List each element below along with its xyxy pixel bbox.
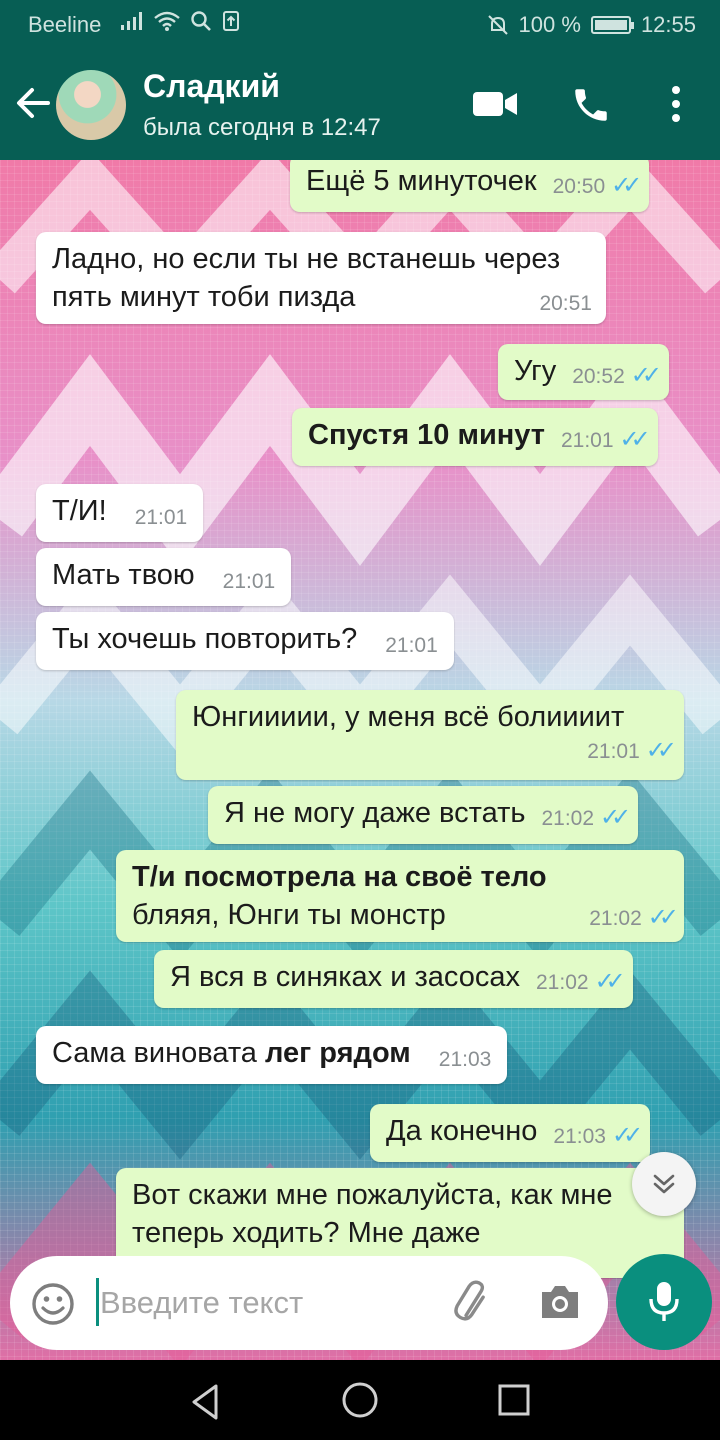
message-text: Я вся в синяках и засосах	[170, 961, 520, 993]
message-text: Ладно, но если ты не встанешь через пять…	[52, 243, 561, 313]
message-time: 21:03	[438, 1048, 492, 1071]
message-text-bold: лег рядом	[265, 1037, 411, 1069]
message-time: 20:51	[539, 292, 592, 315]
attach-icon[interactable]	[450, 1280, 496, 1326]
message-time: 21:01 ✓✓	[560, 426, 651, 453]
upload-icon	[223, 11, 239, 31]
message-bubble-incoming[interactable]: Сама виновата лег рядом 21:03	[36, 1026, 508, 1084]
message-bubble-outgoing[interactable]: Юнгиииии, у меня всё болиииит 21:01 ✓✓	[176, 690, 684, 780]
message-text: Да конечно	[386, 1115, 538, 1147]
nav-back-icon[interactable]	[186, 1382, 226, 1422]
back-arrow-icon[interactable]	[14, 84, 52, 122]
message-text: Спустя 10 минут	[308, 419, 545, 451]
message-bubble-outgoing[interactable]: Я не могу даже встать 21:02 ✓✓	[208, 786, 639, 844]
contact-last-seen: была сегодня в 12:47	[143, 114, 381, 141]
read-ticks-icon: ✓✓	[611, 1122, 643, 1149]
contact-name[interactable]: Сладкий	[143, 68, 280, 105]
read-ticks-icon: ✓✓	[611, 172, 642, 199]
video-call-icon[interactable]	[472, 90, 518, 118]
message-text: Угу	[514, 355, 557, 387]
message-text: Т/И!	[52, 495, 107, 527]
more-vert-icon[interactable]	[664, 82, 688, 126]
message-text: Ещё 5 минуточек	[306, 165, 537, 197]
message-bubble-outgoing[interactable]: Ещё 5 минуточек 20:50 ✓✓	[290, 160, 650, 212]
read-ticks-icon: ✓✓	[645, 737, 677, 764]
message-time: 21:02 ✓✓	[536, 968, 626, 995]
message-text: Сама виновата	[52, 1037, 257, 1069]
carrier-label: Beeline	[28, 12, 102, 37]
message-bubble-incoming[interactable]: Ты хочешь повторить? 21:01	[36, 612, 454, 670]
camera-icon[interactable]	[538, 1282, 582, 1322]
read-ticks-icon: ✓✓	[630, 362, 662, 389]
mic-icon	[649, 1282, 679, 1321]
message-time: 21:03 ✓✓	[553, 1122, 643, 1149]
status-right-group: 100 % 12:55	[487, 12, 696, 38]
message-bubble-incoming[interactable]: Ладно, но если ты не встанешь через пять…	[36, 232, 606, 324]
message-text: Ты хочешь повторить?	[52, 623, 358, 655]
message-bubble-outgoing[interactable]: Угу 20:52 ✓✓	[498, 344, 669, 400]
read-ticks-icon: ✓✓	[647, 904, 679, 931]
message-time: 20:52 ✓✓	[572, 362, 662, 389]
nav-recent-icon[interactable]	[496, 1382, 532, 1418]
scroll-down-button[interactable]	[632, 1152, 696, 1216]
phone-icon[interactable]	[570, 84, 612, 126]
signal-icon	[121, 12, 142, 30]
compose-bar	[10, 1256, 608, 1350]
text-cursor	[96, 1278, 99, 1326]
message-bubble-outgoing[interactable]: Я вся в синяках и засосах 21:02 ✓✓	[154, 950, 633, 1008]
battery-percent: 100 %	[518, 12, 581, 37]
chevron-double-down-icon	[653, 1174, 675, 1194]
status-left-icons	[120, 10, 240, 32]
message-time: 21:01	[134, 506, 188, 529]
nav-home-icon[interactable]	[340, 1380, 380, 1420]
message-time: 21:02 ✓✓	[589, 904, 679, 931]
message-time: 21:01 ✓✓	[587, 737, 677, 764]
message-bubble-incoming[interactable]: Мать твою 21:01	[36, 548, 292, 606]
read-ticks-icon: ✓✓	[600, 804, 631, 831]
clock: 12:55	[640, 12, 696, 37]
message-text-bold: Т/и посмотрела на своё тело	[132, 861, 547, 893]
message-time: 21:01	[222, 570, 276, 593]
system-nav-bar	[0, 1360, 720, 1440]
search-icon	[191, 11, 211, 31]
message-text: Вот скажи мне пожалуйста, как мне теперь…	[132, 1179, 613, 1249]
battery-fill	[594, 20, 627, 30]
message-time: 21:02 ✓✓	[541, 804, 631, 831]
message-time: 21:01	[385, 634, 438, 657]
message-bubble-outgoing[interactable]: Да конечно 21:03 ✓✓	[370, 1104, 651, 1162]
emoji-icon[interactable]	[30, 1281, 76, 1327]
mic-button[interactable]	[616, 1254, 712, 1350]
message-bubble-incoming[interactable]: Т/И! 21:01	[36, 484, 204, 542]
message-bubble-outgoing[interactable]: Т/и посмотрела на своё тело бляяя, Юнги …	[116, 850, 684, 942]
message-text: Мать твою	[52, 559, 195, 591]
chat-area[interactable]: Ещё 5 минуточек 20:50 ✓✓ Ладно, но если ты…	[0, 160, 720, 1360]
avatar[interactable]	[56, 70, 126, 140]
message-time: 20:50 ✓✓	[552, 172, 643, 199]
chat-header: Сладкий была сегодня в 12:47	[0, 48, 720, 160]
wifi-icon	[154, 11, 180, 31]
message-bubble-outgoing[interactable]: Спустя 10 минут 21:01 ✓✓	[292, 408, 658, 466]
message-text: бляяя, Юнги ты монстр	[132, 899, 446, 931]
message-text: Юнгиииии, у меня всё болиииит	[192, 701, 625, 733]
status-bar: Beeline 100 % 12:55	[0, 0, 720, 48]
mute-bell-icon	[487, 15, 508, 35]
read-ticks-icon: ✓✓	[594, 968, 626, 995]
message-text: Я не могу даже встать	[224, 797, 526, 829]
message-input[interactable]	[100, 1276, 430, 1330]
battery-icon	[590, 16, 634, 34]
read-ticks-icon: ✓✓	[619, 426, 651, 453]
